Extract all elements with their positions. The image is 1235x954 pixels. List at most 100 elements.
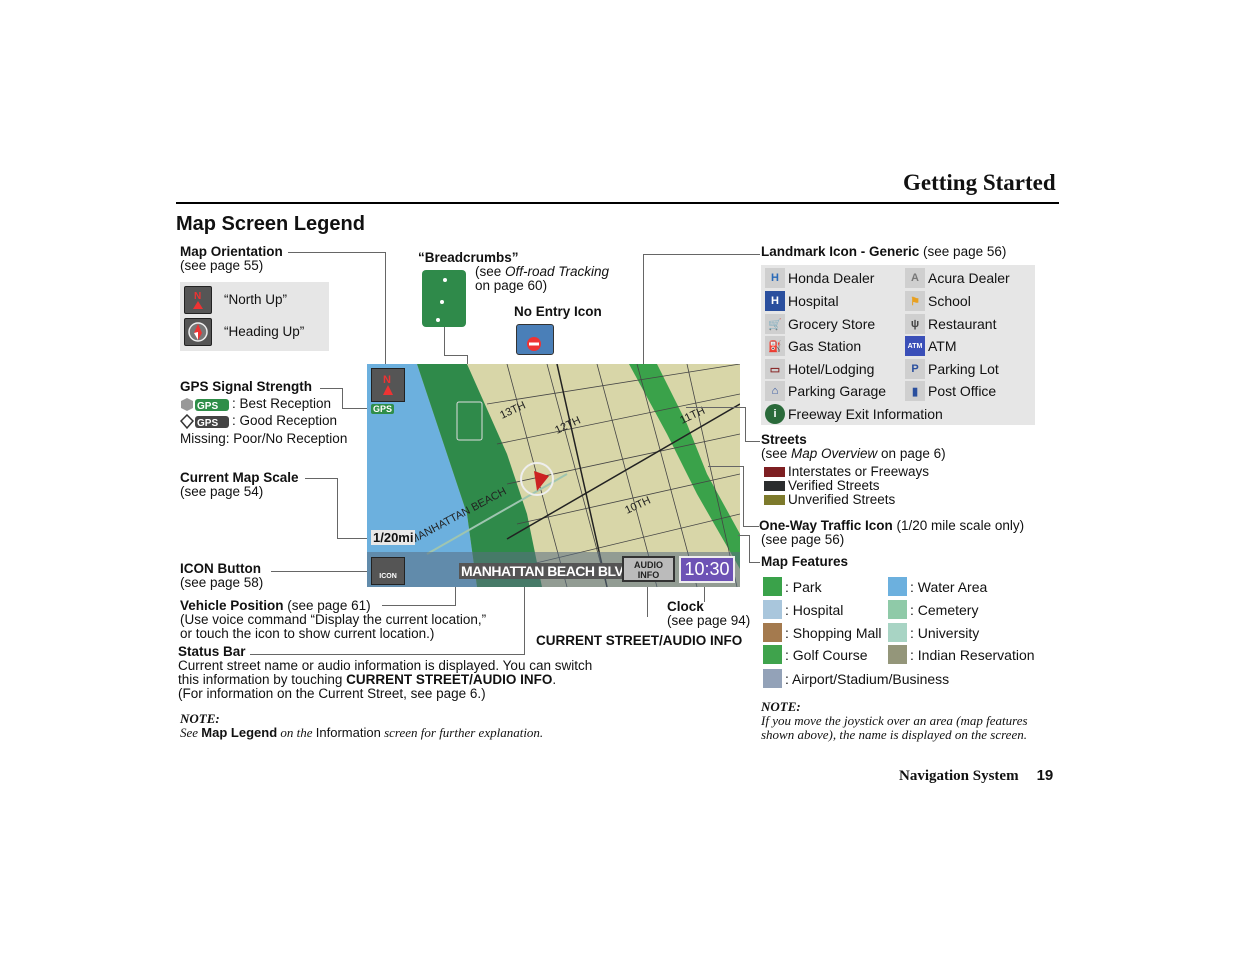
status-bar-title: Status Bar xyxy=(178,644,246,659)
map-gps-badge: GPS xyxy=(371,404,395,414)
gps-best-label: : Best Reception xyxy=(232,396,332,411)
post-office-icon: ▮ xyxy=(905,381,925,401)
cemetery-swatch xyxy=(888,600,907,619)
street-type-interstate: Interstates or Freeways xyxy=(764,465,929,479)
no-entry-title: No Entry Icon xyxy=(514,304,602,319)
street-type-verified: Verified Streets xyxy=(764,479,880,493)
feature-cemetery: : Cemetery xyxy=(888,600,978,619)
acura-dealer-icon: A xyxy=(905,268,925,288)
status-bar-line1: Current street name or audio information… xyxy=(178,658,593,673)
landmark-legend: H Honda Dealer A Acura Dealer H Hospital ⚑ S… xyxy=(761,265,1035,425)
landmark-gas: ⛽ Gas Station xyxy=(765,335,861,357)
note-left-text: See Map Legend on the Information screen… xyxy=(180,725,544,740)
street-type-unverified: Unverified Streets xyxy=(764,493,895,507)
map-screen[interactable]: 13TH 12TH 11TH 10TH MANHATTAN BEACH N GP… xyxy=(367,364,740,587)
svg-text:N: N xyxy=(194,291,201,302)
restaurant-icon: ψ xyxy=(905,314,925,334)
svg-text:GPS: GPS xyxy=(197,401,218,412)
page-number: 19 xyxy=(1036,767,1054,784)
feature-hospital: : Hospital xyxy=(763,600,843,619)
clock-title: Clock xyxy=(667,599,704,614)
hotel-icon: ▭ xyxy=(765,359,785,379)
note-right-line2: shown above), the name is displayed on t… xyxy=(761,727,1027,742)
freeway-exit-icon: i xyxy=(765,404,785,424)
map-scale-title: Current Map Scale xyxy=(180,470,299,485)
honda-dealer-icon: H xyxy=(765,268,785,288)
north-up-label: “North Up” xyxy=(224,292,288,307)
one-way-ref: (see page 56) xyxy=(761,532,845,547)
page-title: Map Screen Legend xyxy=(176,213,365,235)
status-bar-line3: (For information on the Current Street, … xyxy=(178,686,486,701)
feature-park: : Park xyxy=(763,577,822,596)
landmark-freeway-exit: i Freeway Exit Information xyxy=(765,403,943,425)
grocery-store-icon: 🛒 xyxy=(765,314,785,334)
north-up-icon: N xyxy=(184,286,212,314)
map-north-up-button[interactable]: N xyxy=(371,368,405,402)
page-footer: Navigation System 19 xyxy=(899,767,1054,784)
svg-text:GPS: GPS xyxy=(197,418,218,429)
map-features-title: Map Features xyxy=(761,554,849,569)
airport-swatch xyxy=(763,669,782,688)
map-icon-button[interactable]: ICON xyxy=(371,557,405,585)
map-scale-indicator[interactable]: 1/20mi xyxy=(371,530,416,545)
landmark-grocery: 🛒 Grocery Store xyxy=(765,313,875,335)
gps-missing-label: Missing: Poor/No Reception xyxy=(180,431,348,446)
icon-button-title: ICON Button xyxy=(180,561,261,576)
school-icon: ⚑ xyxy=(905,291,925,311)
feature-university: : University xyxy=(888,623,979,642)
status-bar-line2: this information by touching CURRENT STR… xyxy=(178,672,557,687)
parking-lot-icon: P xyxy=(905,359,925,379)
map-scale-ref: (see page 54) xyxy=(180,484,264,499)
current-street-audio-label: CURRENT STREET/AUDIO INFO xyxy=(536,633,743,648)
vehicle-position-line2: or touch the icon to show current locati… xyxy=(180,626,435,641)
golf-course-swatch xyxy=(763,645,782,664)
hospital-swatch xyxy=(763,600,782,619)
vehicle-position-title: Vehicle Position (see page 61) xyxy=(180,598,371,613)
hospital-icon: H xyxy=(765,291,785,311)
breadcrumbs-title: “Breadcrumbs” xyxy=(418,250,519,265)
streets-title: Streets xyxy=(761,432,807,447)
gas-station-icon: ⛽ xyxy=(765,336,785,356)
gps-title: GPS Signal Strength xyxy=(180,379,313,394)
shopping-mall-swatch xyxy=(763,623,782,642)
map-orientation-ref: (see page 55) xyxy=(180,258,264,273)
landmark-parking-garage: ⌂ Parking Garage xyxy=(765,380,886,402)
section-title: Getting Started xyxy=(903,170,1056,195)
orientation-box: N “North Up” “Heading Up” xyxy=(180,282,329,351)
landmark-restaurant: ψ Restaurant xyxy=(905,313,996,335)
landmark-school: ⚑ School xyxy=(905,290,971,312)
feature-airport: : Airport/Stadium/Business xyxy=(763,669,949,688)
park-swatch xyxy=(763,577,782,596)
svg-text:N: N xyxy=(383,374,391,386)
landmark-atm: ATM ATM xyxy=(905,335,957,357)
atm-icon: ATM xyxy=(905,336,925,356)
current-street-name[interactable]: MANHATTAN BEACH BLVD xyxy=(459,563,635,579)
indian-reservation-swatch xyxy=(888,645,907,664)
parking-garage-icon: ⌂ xyxy=(765,381,785,401)
verified-swatch xyxy=(764,481,785,492)
heading-up-icon xyxy=(184,318,212,346)
breadcrumbs-ref2: on page 60) xyxy=(475,278,548,293)
icon-button-ref: (see page 58) xyxy=(180,575,264,590)
audio-info-button[interactable]: AUDIO INFO xyxy=(622,556,675,582)
landmark-parking-lot: P Parking Lot xyxy=(905,358,999,380)
streets-ref: (see Map Overview on page 6) xyxy=(761,446,946,461)
unverified-swatch xyxy=(764,495,785,506)
header-rule xyxy=(176,202,1059,204)
landmark-post-office: ▮ Post Office xyxy=(905,380,996,402)
interstate-swatch xyxy=(764,467,785,478)
landmark-hotel: ▭ Hotel/Lodging xyxy=(765,358,874,380)
feature-water: : Water Area xyxy=(888,577,987,596)
map-orientation-title: Map Orientation xyxy=(180,244,283,259)
feature-golf-course: : Golf Course xyxy=(763,645,867,664)
one-way-title: One-Way Traffic Icon (1/20 mile scale on… xyxy=(759,518,1025,533)
breadcrumbs-sample-icon xyxy=(422,270,466,327)
gps-best-icon: GPS xyxy=(180,397,230,412)
landmark-acura: A Acura Dealer xyxy=(905,267,1010,289)
landmark-title: Landmark Icon - Generic (see page 56) xyxy=(761,244,1007,259)
landmark-hospital: H Hospital xyxy=(765,290,839,312)
gps-good-icon: GPS xyxy=(179,413,230,430)
feature-indian-reservation: : Indian Reservation xyxy=(888,645,1035,664)
heading-up-label: “Heading Up” xyxy=(224,324,305,339)
university-swatch xyxy=(888,623,907,642)
